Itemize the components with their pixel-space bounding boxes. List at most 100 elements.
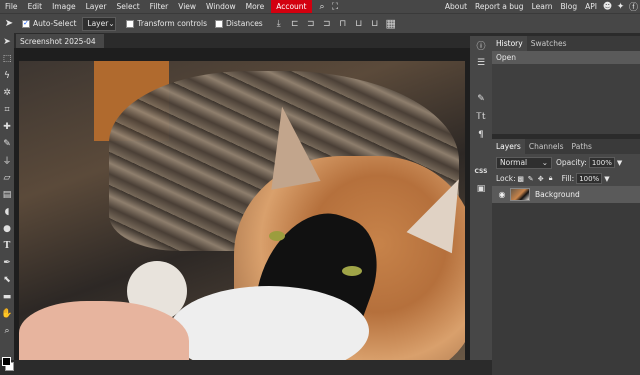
foreground-color-swatch[interactable] <box>2 357 11 366</box>
tab-history[interactable]: History <box>492 36 527 51</box>
opacity-dropdown-icon[interactable]: ▼ <box>617 159 622 167</box>
dodge-tool-icon[interactable]: ● <box>0 220 14 237</box>
layer-row[interactable]: ◉ Background <box>492 186 640 203</box>
align-center-icon[interactable]: ⊐ <box>303 14 319 34</box>
align-bottom-icon[interactable]: ⊔ <box>367 14 383 34</box>
align-middle-icon[interactable]: ⊔ <box>351 14 367 34</box>
menu-image[interactable]: Image <box>47 0 81 13</box>
menu-api[interactable]: API <box>581 0 601 13</box>
blank-slot <box>470 144 492 162</box>
fill-input[interactable]: 100% <box>576 173 603 184</box>
photo-cat-eye <box>269 231 285 241</box>
zoom-tool-icon[interactable]: ⌕ <box>0 322 14 339</box>
info-icon[interactable]: ⓘ <box>470 36 492 54</box>
auto-select-checkbox[interactable]: ✓ Auto-Select <box>22 19 76 28</box>
chevron-down-icon: ⌄ <box>541 158 548 167</box>
opacity-input[interactable]: 100% <box>588 157 615 168</box>
magic-wand-icon[interactable]: ✲ <box>0 84 14 101</box>
properties-icon[interactable]: ☰ <box>470 54 492 72</box>
menu-filter[interactable]: Filter <box>145 0 174 13</box>
lasso-tool-icon[interactable]: ϟ <box>0 67 14 84</box>
pen-tool-icon[interactable]: ✒ <box>0 254 14 271</box>
lock-row: Lock: ▩ ✎ ✥ 🔒︎ Fill: 100% ▼ <box>492 171 640 186</box>
marquee-tool-icon[interactable]: ⬚ <box>0 50 14 67</box>
menu-blog[interactable]: Blog <box>557 0 582 13</box>
brush-tool-icon[interactable]: ✎ <box>0 135 14 152</box>
auto-select-label: Auto-Select <box>33 19 77 28</box>
grid-icon[interactable]: ▦ <box>383 14 399 34</box>
checkmark-icon: ✓ <box>22 19 30 28</box>
stamp-tool-icon[interactable]: ⏚ <box>0 152 14 169</box>
menu-more[interactable]: More <box>241 0 270 13</box>
layer-name: Background <box>535 190 580 199</box>
type-tool-icon[interactable]: T <box>0 237 14 254</box>
twitter-icon[interactable]: ✦ <box>614 0 627 13</box>
move-tool-icon[interactable]: ➤ <box>0 14 18 34</box>
layer-select-dropdown[interactable]: Layer ⌄ <box>82 16 117 31</box>
history-panel: History Swatches Open <box>492 36 640 134</box>
layer-list: ◉ Background <box>492 186 640 375</box>
blend-row: Normal ⌄ Opacity: 100% ▼ <box>492 154 640 171</box>
align-left-icon[interactable]: ⊏ <box>287 14 303 34</box>
reddit-icon[interactable]: ☻ <box>601 0 614 13</box>
cat-photo[interactable] <box>19 61 465 360</box>
lock-position-icon[interactable]: ✥ <box>536 175 546 183</box>
layers-panel: Layers Channels Paths Normal ⌄ Opacity: … <box>492 139 640 375</box>
eraser-tool-icon[interactable]: ▱ <box>0 169 14 186</box>
heal-tool-icon[interactable]: ✚ <box>0 118 14 135</box>
document-tab[interactable]: Screenshot 2025-04 <box>16 34 104 48</box>
photo-cat-eye <box>342 266 362 276</box>
tab-channels[interactable]: Channels <box>525 139 568 154</box>
hand-tool-icon[interactable]: ✋ <box>0 305 14 322</box>
menu-window[interactable]: Window <box>201 0 241 13</box>
fullscreen-icon[interactable]: ⛶ <box>329 0 342 13</box>
menu-bar: File Edit Image Layer Select Filter View… <box>0 0 640 13</box>
lock-transparency-icon[interactable]: ▩ <box>516 175 526 183</box>
download-icon[interactable]: ⤓ <box>271 14 287 34</box>
tab-layers[interactable]: Layers <box>492 139 525 154</box>
css-button[interactable]: CSS <box>470 162 492 180</box>
canvas-area[interactable] <box>14 48 470 360</box>
menu-learn[interactable]: Learn <box>528 0 557 13</box>
tab-swatches[interactable]: Swatches <box>527 36 571 51</box>
menu-layer[interactable]: Layer <box>81 0 112 13</box>
distances-label: Distances <box>226 19 263 28</box>
menu-view[interactable]: View <box>173 0 201 13</box>
paragraph-icon[interactable]: ¶ <box>470 126 492 144</box>
transform-controls-checkbox[interactable]: Transform controls <box>126 19 207 28</box>
layer-select-value: Layer <box>87 19 109 28</box>
facebook-icon[interactable]: ⓕ <box>627 0 640 13</box>
move-tool-icon[interactable]: ➤ <box>0 33 14 50</box>
path-select-icon[interactable]: ⬉ <box>0 271 14 288</box>
eye-icon[interactable]: ◉ <box>496 190 508 199</box>
menu-about[interactable]: About <box>441 0 471 13</box>
history-tabs: History Swatches <box>492 36 640 51</box>
lock-all-icon[interactable]: 🔒︎ <box>546 174 556 183</box>
account-button[interactable]: Account <box>271 0 312 13</box>
opacity-label: Opacity: <box>556 158 587 167</box>
menu-report-bug[interactable]: Report a bug <box>471 0 528 13</box>
menu-edit[interactable]: Edit <box>23 0 48 13</box>
menu-file[interactable]: File <box>0 0 23 13</box>
shape-tool-icon[interactable]: ▬ <box>0 288 14 305</box>
blur-tool-icon[interactable]: ◖ <box>0 203 14 220</box>
history-item[interactable]: Open <box>492 51 640 64</box>
gradient-tool-icon[interactable]: ▤ <box>0 186 14 203</box>
character-icon[interactable]: Ꭲt <box>470 108 492 126</box>
align-right-icon[interactable]: ⊐ <box>319 14 335 34</box>
image-icon[interactable]: ▣ <box>470 180 492 198</box>
search-icon[interactable]: ⌕ <box>316 0 329 13</box>
menu-select[interactable]: Select <box>112 0 145 13</box>
align-top-icon[interactable]: ⊓ <box>335 14 351 34</box>
document-tab-title: Screenshot 2025-04 <box>20 36 96 46</box>
menu-right-group: About Report a bug Learn Blog API ☻ ✦ ⓕ <box>441 0 640 14</box>
lock-pixels-icon[interactable]: ✎ <box>526 175 536 183</box>
lock-label: Lock: <box>496 174 516 183</box>
fill-dropdown-icon[interactable]: ▼ <box>604 175 609 183</box>
distances-checkbox[interactable]: Distances <box>215 19 263 28</box>
blank-slot <box>470 72 492 90</box>
crop-tool-icon[interactable]: ⌗ <box>0 101 14 118</box>
blend-mode-select[interactable]: Normal ⌄ <box>496 156 552 169</box>
tab-paths[interactable]: Paths <box>568 139 596 154</box>
brush-settings-icon[interactable]: ✎ <box>470 90 492 108</box>
